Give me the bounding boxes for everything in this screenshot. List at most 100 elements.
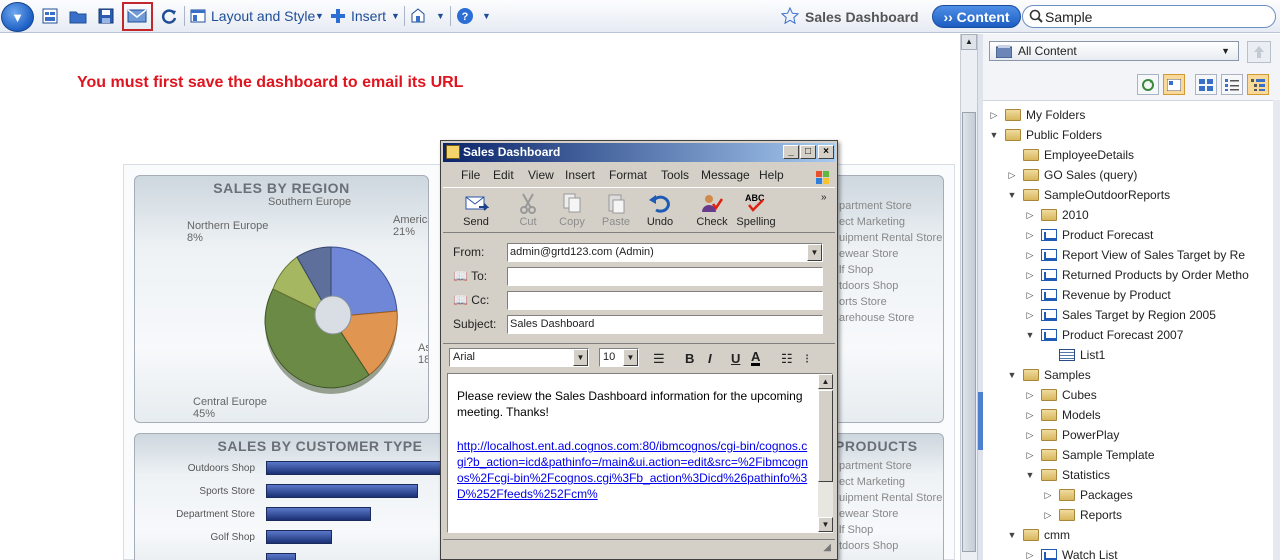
sales-by-region-widget[interactable]: SALES BY REGION Southern Europe Northern… <box>134 175 429 423</box>
insert-menu[interactable]: Insert <box>351 8 386 24</box>
collapsed-arrow-icon[interactable]: ▷ <box>1043 505 1053 525</box>
up-level-button[interactable] <box>1247 41 1271 63</box>
tree-item[interactable]: EmployeeDetails <box>1007 145 1134 165</box>
tree-item[interactable]: ▷ PowerPlay <box>1025 425 1120 445</box>
scroll-down-icon[interactable]: ▼ <box>818 517 833 532</box>
list-view-icon[interactable] <box>1221 74 1243 95</box>
tree-view-icon[interactable] <box>1247 74 1269 95</box>
bullet-list-icon[interactable]: ⁝ <box>805 351 809 367</box>
subject-field[interactable]: Sales Dashboard <box>507 315 823 334</box>
tree-item[interactable]: ▷ Returned Products by Order Metho <box>1025 265 1249 285</box>
tree-item[interactable]: ▼ Samples <box>1007 365 1091 385</box>
menu-message[interactable]: Message <box>701 168 750 182</box>
content-source-select[interactable]: All Content ▼ <box>989 41 1239 61</box>
expanded-arrow-icon[interactable]: ▼ <box>1007 365 1017 385</box>
collapsed-arrow-icon[interactable]: ▷ <box>1007 165 1017 185</box>
tree-item[interactable]: ▷ 2010 <box>1025 205 1089 225</box>
tree-item[interactable]: ▼ Product Forecast 2007 <box>1025 325 1184 345</box>
undo-button[interactable]: Undo <box>639 190 681 228</box>
tree-item[interactable]: ▷ Revenue by Product <box>1025 285 1171 305</box>
layout-and-style-menu[interactable]: Layout and Style <box>211 8 315 24</box>
font-color-icon[interactable]: A <box>751 350 761 366</box>
save-icon[interactable] <box>96 6 116 26</box>
content-button[interactable]: ›› Content <box>932 5 1021 28</box>
menu-file[interactable]: File <box>461 168 480 182</box>
toolbar-overflow-icon[interactable]: » <box>821 192 827 203</box>
tree-item[interactable]: ▼ Public Folders <box>989 125 1103 145</box>
menu-tools[interactable]: Tools <box>661 168 689 182</box>
menu-insert[interactable]: Insert <box>565 168 595 182</box>
collapsed-arrow-icon[interactable]: ▷ <box>1025 545 1035 560</box>
send-button[interactable]: Send <box>455 190 497 228</box>
collapsed-arrow-icon[interactable]: ▷ <box>1025 445 1035 465</box>
tree-item[interactable]: ▷ GO Sales (query) <box>1007 165 1138 185</box>
collapsed-arrow-icon[interactable]: ▷ <box>1025 285 1035 305</box>
font-size-select[interactable]: 10 ▼ <box>599 348 639 367</box>
layout-style-icon[interactable] <box>188 6 208 26</box>
cc-label[interactable]: 📖 Cc: <box>453 293 489 307</box>
expanded-arrow-icon[interactable]: ▼ <box>989 125 999 145</box>
insert-plus-icon[interactable] <box>328 6 348 26</box>
widget-dropdown-arrow-icon[interactable]: ▼ <box>436 11 445 21</box>
from-dropdown-icon[interactable]: ▼ <box>807 244 822 261</box>
refresh-icon[interactable] <box>1137 74 1159 95</box>
tree-item[interactable]: ▷ Reports <box>1043 505 1123 525</box>
from-field[interactable]: admin@grtd123.com (Admin) ▼ <box>507 243 823 262</box>
email-icon[interactable] <box>127 6 147 26</box>
tree-item[interactable]: ▷ My Folders <box>989 105 1086 125</box>
tree-item[interactable]: List1 <box>1043 345 1105 365</box>
widget-tools-icon[interactable] <box>408 6 428 26</box>
dashboard-url-link[interactable]: http://localhost.ent.ad.cognos.com:80/ib… <box>457 438 809 502</box>
collapsed-arrow-icon[interactable]: ▷ <box>1025 245 1035 265</box>
insert-dropdown-arrow-icon[interactable]: ▼ <box>391 11 400 21</box>
expanded-arrow-icon[interactable]: ▼ <box>1025 465 1035 485</box>
menu-edit[interactable]: Edit <box>493 168 514 182</box>
minimize-icon[interactable]: _ <box>783 145 799 159</box>
tree-item[interactable]: ▷ Sample Template <box>1025 445 1155 465</box>
icon-view-icon[interactable] <box>1195 74 1217 95</box>
message-scrollbar[interactable]: ▲ ▼ <box>818 374 833 532</box>
layout-dropdown-arrow-icon[interactable]: ▼ <box>315 11 324 21</box>
favorite-star-icon[interactable] <box>780 6 800 26</box>
collapsed-arrow-icon[interactable]: ▷ <box>1025 205 1035 225</box>
collapsed-arrow-icon[interactable]: ▷ <box>1025 385 1035 405</box>
cc-field[interactable] <box>507 291 823 310</box>
tree-item[interactable]: ▷ Sales Target by Region 2005 <box>1025 305 1216 325</box>
close-icon[interactable]: × <box>818 145 834 159</box>
tree-item[interactable]: ▷ Product Forecast <box>1025 225 1154 245</box>
cut-button[interactable]: Cut <box>507 190 549 228</box>
resize-grip-icon[interactable]: ◢ <box>823 542 831 553</box>
new-dashboard-icon[interactable] <box>40 6 60 26</box>
tree-item[interactable]: ▷ Models <box>1025 405 1101 425</box>
collapsed-arrow-icon[interactable]: ▷ <box>1025 305 1035 325</box>
canvas-scrollbar[interactable]: ▲ <box>960 34 977 560</box>
font-name-select[interactable]: Arial ▼ <box>449 348 589 367</box>
scrollbar-thumb[interactable] <box>818 390 833 482</box>
collapsed-arrow-icon[interactable]: ▷ <box>1025 265 1035 285</box>
message-body[interactable]: Please review the Sales Dashboard inform… <box>447 373 833 533</box>
scroll-up-icon[interactable]: ▲ <box>961 34 977 50</box>
collapsed-arrow-icon[interactable]: ▷ <box>1025 425 1035 445</box>
to-field[interactable] <box>507 267 823 286</box>
open-folder-icon[interactable] <box>68 6 88 26</box>
dialog-titlebar[interactable]: Sales Dashboard _ □ × <box>443 143 835 162</box>
collapsed-arrow-icon[interactable]: ▷ <box>1025 405 1035 425</box>
details-view-icon[interactable] <box>1163 74 1185 95</box>
scrollbar-thumb[interactable] <box>962 112 976 552</box>
expanded-arrow-icon[interactable]: ▼ <box>1007 525 1017 545</box>
paragraph-style-icon[interactable]: ☰ <box>653 351 665 367</box>
sales-by-store-widget[interactable]: partment Store ect Marketing uipment Ren… <box>824 175 944 423</box>
search-input[interactable]: Sample <box>1022 5 1276 28</box>
tree-item[interactable]: ▼ SampleOutdoorReports <box>1007 185 1171 205</box>
main-menu-button[interactable]: ▼ <box>1 2 34 32</box>
tree-item[interactable]: ▷ Packages <box>1043 485 1133 505</box>
numbered-list-icon[interactable]: ☷ <box>781 351 793 367</box>
italic-icon[interactable]: I <box>708 351 712 366</box>
to-label[interactable]: 📖 To: <box>453 269 487 283</box>
menu-help[interactable]: Help <box>759 168 784 182</box>
underline-icon[interactable]: U <box>731 351 740 366</box>
tree-scrollbar[interactable] <box>1273 100 1280 560</box>
help-dropdown-arrow-icon[interactable]: ▼ <box>482 11 491 21</box>
tree-item[interactable]: ▷ Report View of Sales Target by Re <box>1025 245 1245 265</box>
expanded-arrow-icon[interactable]: ▼ <box>1007 185 1017 205</box>
